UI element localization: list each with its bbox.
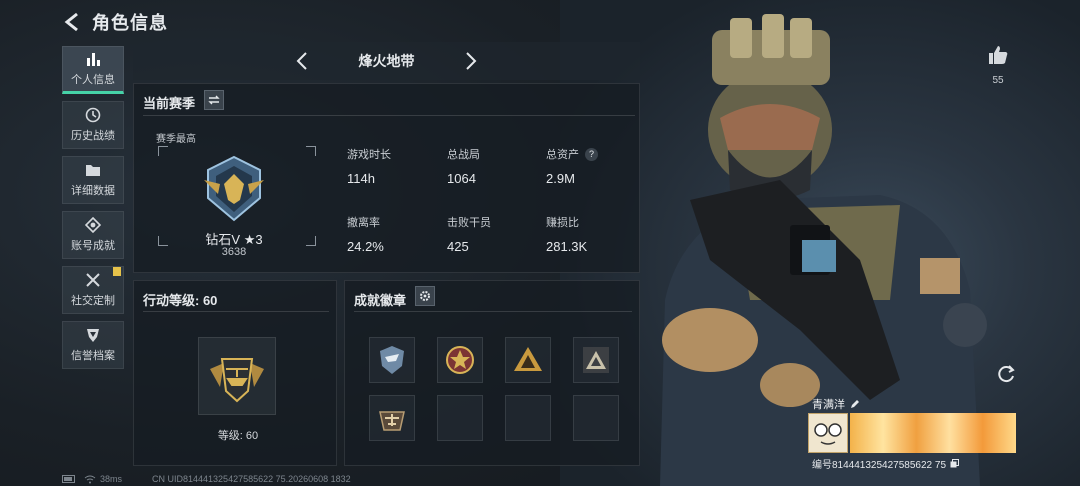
- like-button[interactable]: 55: [984, 44, 1012, 86]
- action-level-title: 行动等级: 60: [143, 293, 218, 308]
- level-emblem-frame: [198, 337, 276, 415]
- page-title: 角色信息: [92, 13, 168, 33]
- folder-icon: [86, 165, 100, 176]
- stat-label-row: 总资产 ?: [546, 146, 598, 162]
- name-card-artwork: [850, 413, 1016, 453]
- name-card-banner[interactable]: [808, 413, 1016, 453]
- badge-slot-4[interactable]: [573, 337, 619, 383]
- badge-slot-2[interactable]: [437, 337, 483, 383]
- rank-score: 3638: [221, 246, 247, 258]
- copy-icon[interactable]: [950, 459, 960, 468]
- season-panel: 当前赛季 赛季最高 钻石V ★3 3638 游戏时长 114h 总战局 1064…: [133, 83, 640, 273]
- map-selector: 烽火地带: [133, 42, 640, 80]
- stat-operators-defeated: 击败干员 425: [447, 214, 491, 254]
- stat-play-time: 游戏时长 114h: [347, 146, 391, 186]
- season-best-label: 赛季最高: [156, 134, 196, 145]
- sidebar-item-social-custom[interactable]: 社交定制: [62, 266, 124, 314]
- avatar-face-icon: [814, 423, 842, 445]
- character-name-text: 青满洋: [812, 399, 845, 411]
- sidebar-item-label: 个人信息: [71, 74, 115, 86]
- avatar: [808, 413, 848, 453]
- stat-profit-loss-ratio: 赚损比 281.3K: [546, 214, 587, 254]
- eagle-shield-badge-icon: [380, 346, 404, 374]
- chevron-right-icon[interactable]: [460, 51, 480, 71]
- badge-slot-empty[interactable]: [437, 395, 483, 441]
- serial-text: 编号814441325427585622 75: [812, 460, 947, 471]
- wifi-icon: [84, 475, 96, 483]
- map-name: 烽火地带: [358, 53, 415, 69]
- stat-value: 114h: [347, 171, 375, 186]
- header: 角色信息: [62, 8, 168, 36]
- edit-pencil-icon[interactable]: [850, 399, 860, 409]
- divider: [354, 311, 632, 312]
- badge-slot-1[interactable]: [369, 337, 415, 383]
- badge-slot-3[interactable]: [505, 337, 551, 383]
- thumbs-up-icon: [989, 46, 1008, 64]
- action-level-panel: 行动等级: 60 等级: 60: [133, 280, 337, 466]
- achievement-icon: [85, 217, 101, 233]
- notification-badge: [113, 267, 121, 276]
- sidebar-item-personal-info[interactable]: 个人信息: [62, 46, 124, 94]
- sidebar-item-detailed-data[interactable]: 详细数据: [62, 156, 124, 204]
- stat-label: 游戏时长: [347, 149, 391, 161]
- achievements-title: 成就徽章: [354, 293, 407, 308]
- sidebar-item-achievements[interactable]: 账号成就: [62, 211, 124, 259]
- serial-number: 编号814441325427585622 75: [812, 456, 960, 471]
- sidebar-item-label: 详细数据: [71, 185, 115, 197]
- uid-text: CN UID814441325427585622 75.20260608 183…: [152, 474, 351, 484]
- diamond-rank-emblem-icon: [204, 155, 264, 222]
- sidebar-item-label: 账号成就: [71, 240, 115, 252]
- credit-shield-icon: [87, 329, 99, 342]
- dark-triangle-badge-icon: [583, 347, 609, 373]
- badge-settings-button[interactable]: [415, 286, 435, 306]
- history-icon: [85, 107, 101, 123]
- aircraft-badge-icon: [379, 411, 405, 431]
- stat-value: 24.2%: [347, 239, 384, 254]
- star-medal-badge-icon: [446, 346, 474, 374]
- stat-value: 281.3K: [546, 239, 588, 254]
- swap-icon: [208, 95, 220, 105]
- stat-extraction-rate: 撤离率 24.2%: [347, 214, 384, 254]
- gold-triangle-badge-icon: [514, 347, 542, 371]
- gear-icon: [420, 291, 430, 301]
- stat-label: 撤离率: [347, 217, 380, 229]
- bar-chart-icon: [87, 53, 100, 66]
- stat-label: 总资产: [546, 149, 579, 161]
- ping-text: 38ms: [100, 474, 123, 484]
- divider: [143, 311, 329, 312]
- badge-slot-empty[interactable]: [573, 395, 619, 441]
- stat-value: 425: [447, 239, 469, 254]
- divider: [143, 115, 635, 116]
- refresh-icon[interactable]: [995, 363, 1017, 385]
- sidebar-item-label: 社交定制: [71, 295, 115, 307]
- battery-icon: [62, 475, 75, 483]
- stat-label: 击败干员: [447, 217, 491, 229]
- stat-label: 总战局: [447, 149, 480, 161]
- sidebar-item-credit-record[interactable]: 信誉档案: [62, 321, 124, 369]
- stat-total-matches: 总战局 1064: [447, 146, 480, 186]
- sidebar-item-history[interactable]: 历史战绩: [62, 101, 124, 149]
- status-bar: 38ms CN UID814441325427585622 75.2026060…: [62, 474, 361, 484]
- sidebar-item-label: 历史战绩: [71, 130, 115, 142]
- stat-value: 1064: [447, 171, 476, 186]
- like-count: 55: [992, 75, 1004, 86]
- stat-total-assets: 总资产 ? 2.9M: [546, 146, 598, 186]
- character-name: 青满洋: [812, 396, 860, 412]
- help-icon[interactable]: ?: [585, 147, 598, 161]
- sidebar: 个人信息 历史战绩 详细数据 账号成就 社交定制 信誉档案: [62, 46, 124, 376]
- badge-slot-empty[interactable]: [505, 395, 551, 441]
- helicopter-level-emblem-icon: [210, 358, 264, 403]
- badge-slot-5[interactable]: [369, 395, 415, 441]
- sidebar-item-label: 信誉档案: [71, 350, 115, 362]
- season-title: 当前赛季: [143, 96, 196, 111]
- achievement-badges-panel: 成就徽章: [344, 280, 640, 466]
- stat-label: 赚损比: [546, 217, 579, 229]
- back-arrow-icon[interactable]: [62, 11, 84, 33]
- switch-season-button[interactable]: [204, 90, 224, 110]
- level-value: 等级: 60: [217, 430, 259, 442]
- chevron-left-icon[interactable]: [293, 51, 313, 71]
- stat-value: 2.9M: [546, 171, 575, 186]
- tools-icon: [86, 273, 100, 287]
